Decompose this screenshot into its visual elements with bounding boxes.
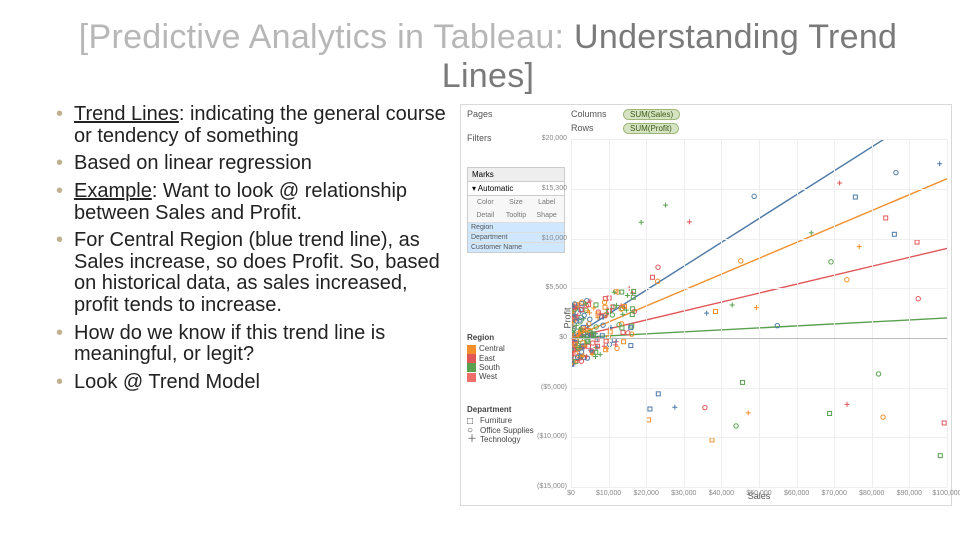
x-tick: $80,000: [859, 490, 884, 497]
legend-dept: Department □Furniture ○Office Supplies ＋…: [467, 405, 534, 444]
bullet-item: For Central Region (blue trend line), as…: [56, 230, 446, 316]
bullet-item: Based on linear regression: [56, 153, 446, 175]
x-tick: $60,000: [784, 490, 809, 497]
title-prefix: [Predictive Analytics in Tableau:: [79, 18, 574, 56]
marks-row2: DetailTooltipShape: [468, 209, 564, 222]
y-tick: $15,300: [529, 185, 567, 192]
bullet-item: Example: Want to look @ relationship bet…: [56, 181, 446, 224]
chip-cust: Customer Name: [468, 242, 564, 252]
x-tick: $100,000: [932, 490, 960, 497]
slide-title: [Predictive Analytics in Tableau: Unders…: [56, 18, 920, 96]
columns-shelf: ColumnsSUM(Sales): [571, 109, 680, 120]
bullet-item: Look @ Trend Model: [56, 372, 446, 394]
slide: [Predictive Analytics in Tableau: Unders…: [0, 0, 960, 540]
columns-pill[interactable]: SUM(Sales): [623, 109, 680, 120]
bullet-list: Trend Lines: indicating the general cour…: [56, 104, 446, 393]
bullet-item: How do we know if this trend line is mea…: [56, 323, 446, 366]
chip-region: Region: [468, 222, 564, 232]
x-tick: $50,000: [746, 490, 771, 497]
y-tick: $5,500: [529, 284, 567, 291]
tableau-screenshot: Pages Filters ColumnsSUM(Sales) RowsSUM(…: [460, 104, 952, 506]
bullet-item: Trend Lines: indicating the general cour…: [56, 104, 446, 147]
columns-wrap: Trend Lines: indicating the general cour…: [56, 104, 920, 506]
x-tick: $0: [567, 490, 575, 497]
x-tick: $20,000: [634, 490, 659, 497]
x-tick: $30,000: [671, 490, 696, 497]
x-tick: $70,000: [822, 490, 847, 497]
filters-shelf: Filters: [467, 133, 517, 143]
image-column: Pages Filters ColumnsSUM(Sales) RowsSUM(…: [460, 104, 952, 506]
pages-shelf: Pages: [467, 109, 517, 119]
text-column: Trend Lines: indicating the general cour…: [56, 104, 446, 506]
y-tick: $10,000: [529, 235, 567, 242]
y-tick: ($5,000): [529, 384, 567, 391]
y-tick: $20,000: [529, 135, 567, 142]
scatter-plot: Profit Sales ($15,000)($10,000)($5,000)$…: [571, 139, 947, 487]
rows-shelf: RowsSUM(Profit): [571, 123, 679, 134]
rows-pill[interactable]: SUM(Profit): [623, 123, 679, 134]
marks-header: Marks: [468, 168, 564, 182]
x-tick: $40,000: [709, 490, 734, 497]
marks-row1: ColorSizeLabel: [468, 196, 564, 209]
x-tick: $90,000: [897, 490, 922, 497]
y-tick: ($10,000): [529, 433, 567, 440]
y-tick: ($15,000): [529, 483, 567, 490]
x-tick: $10,000: [596, 490, 621, 497]
legend-region: Region Central East South West: [467, 333, 505, 382]
y-tick: $0: [529, 334, 567, 341]
